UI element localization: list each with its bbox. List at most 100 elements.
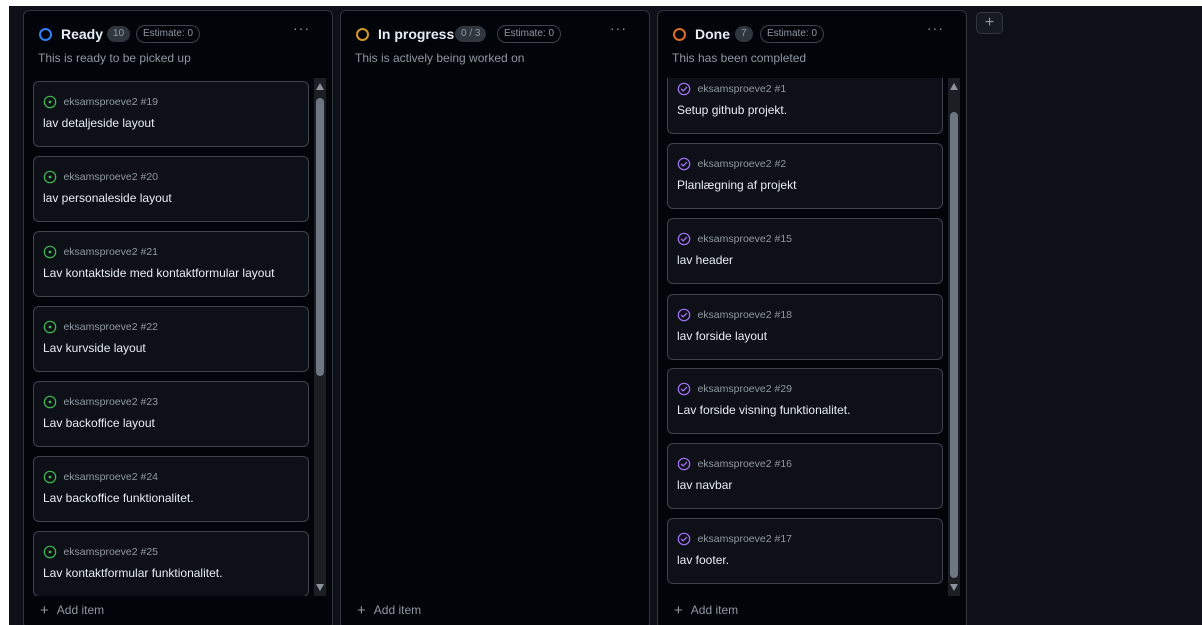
card-repo-ref[interactable]: eksamsproeve2 #23: [63, 396, 158, 408]
issue-opened-icon: [43, 470, 57, 484]
card-title[interactable]: Lav backoffice layout: [43, 416, 155, 430]
card-title[interactable]: Lav forside visning funktionalitet.: [677, 403, 850, 417]
card-title[interactable]: lav header: [677, 253, 733, 267]
column-scrollbar[interactable]: [948, 78, 960, 596]
scroll-thumb[interactable]: [316, 98, 324, 376]
issue-card[interactable]: eksamsproeve2 #16 lav navbar: [667, 443, 943, 509]
issue-card[interactable]: eksamsproeve2 #21 Lav kontaktside med ko…: [33, 231, 309, 297]
card-meta: eksamsproeve2 #24: [43, 468, 158, 484]
card-repo-ref[interactable]: eksamsproeve2 #24: [63, 471, 158, 483]
add-item-button[interactable]: + Add item: [40, 600, 104, 620]
add-item-label: Add item: [56, 603, 105, 617]
issue-closed-icon: [677, 532, 691, 546]
card-title[interactable]: lav footer.: [677, 553, 729, 567]
column-header: Done 7 Estimate: 0 ··· This has been com…: [658, 11, 966, 75]
card-title[interactable]: Planlægning af projekt: [677, 178, 796, 192]
card-meta: eksamsproeve2 #17: [677, 530, 792, 546]
plus-icon: +: [357, 602, 366, 619]
issue-card[interactable]: eksamsproeve2 #22 Lav kurvside layout: [33, 306, 309, 372]
column-description: This is ready to be picked up: [38, 51, 191, 65]
issue-opened-icon: [43, 170, 57, 184]
card-meta: eksamsproeve2 #21: [43, 243, 158, 259]
column-menu-icon[interactable]: ···: [293, 21, 310, 35]
estimate-badge: Estimate: 0: [136, 25, 201, 43]
estimate-badge: Estimate: 0: [760, 25, 825, 43]
card-repo-ref[interactable]: eksamsproeve2 #17: [697, 533, 792, 545]
column-header: Ready 10 Estimate: 0 ··· This is ready t…: [24, 11, 332, 75]
plus-icon: +: [674, 602, 683, 619]
card-repo-ref[interactable]: eksamsproeve2 #22: [63, 321, 158, 333]
card-repo-ref[interactable]: eksamsproeve2 #20: [63, 171, 158, 183]
item-count-badge: 0 / 3: [455, 26, 487, 42]
card-meta: eksamsproeve2 #22: [43, 318, 158, 334]
issue-card[interactable]: eksamsproeve2 #18 lav forside layout: [667, 294, 943, 360]
status-circle-icon: [356, 28, 369, 41]
project-board: Ready 10 Estimate: 0 ··· This is ready t…: [9, 6, 1202, 625]
card-repo-ref[interactable]: eksamsproeve2 #18: [697, 309, 792, 321]
issue-card[interactable]: eksamsproeve2 #1 Setup github projekt.: [667, 78, 943, 134]
issue-closed-icon: [677, 382, 691, 396]
scroll-up-arrow-icon[interactable]: [950, 83, 958, 90]
card-title[interactable]: lav personaleside layout: [43, 191, 172, 205]
column-scrollbar[interactable]: [314, 78, 326, 596]
card-repo-ref[interactable]: eksamsproeve2 #16: [697, 458, 792, 470]
card-title[interactable]: Lav kontaktformular funktionalitet.: [43, 566, 222, 580]
card-meta: eksamsproeve2 #25: [43, 543, 158, 559]
status-circle-icon: [39, 28, 52, 41]
column-in-progress: In progress 0 / 3 Estimate: 0 ··· This i…: [340, 10, 650, 625]
column-menu-icon[interactable]: ···: [927, 21, 944, 35]
card-title[interactable]: lav forside layout: [677, 329, 767, 343]
issue-opened-icon: [43, 320, 57, 334]
column-menu-icon[interactable]: ···: [610, 21, 627, 35]
column-description: This has been completed: [672, 51, 807, 65]
card-repo-ref[interactable]: eksamsproeve2 #1: [697, 83, 786, 95]
add-item-label: Add item: [373, 603, 422, 617]
card-repo-ref[interactable]: eksamsproeve2 #15: [697, 233, 792, 245]
issue-card[interactable]: eksamsproeve2 #17 lav footer.: [667, 518, 943, 584]
card-title[interactable]: lav navbar: [677, 478, 732, 492]
card-meta: eksamsproeve2 #19: [43, 93, 158, 109]
column-done: Done 7 Estimate: 0 ··· This has been com…: [657, 10, 967, 625]
issue-opened-icon: [43, 545, 57, 559]
issue-opened-icon: [43, 395, 57, 409]
card-repo-ref[interactable]: eksamsproeve2 #21: [63, 246, 158, 258]
item-count-badge: 7: [735, 26, 753, 42]
issue-card[interactable]: eksamsproeve2 #19 lav detaljeside layout: [33, 81, 309, 147]
issue-card[interactable]: eksamsproeve2 #15 lav header: [667, 218, 943, 284]
add-column-button[interactable]: +: [976, 12, 1003, 34]
card-repo-ref[interactable]: eksamsproeve2 #25: [63, 546, 158, 558]
issue-card[interactable]: eksamsproeve2 #24 Lav backoffice funktio…: [33, 456, 309, 522]
issue-closed-icon: [677, 82, 691, 96]
add-item-button[interactable]: + Add item: [357, 600, 421, 620]
issue-card[interactable]: eksamsproeve2 #23 Lav backoffice layout: [33, 381, 309, 447]
card-repo-ref[interactable]: eksamsproeve2 #29: [697, 383, 792, 395]
card-meta: eksamsproeve2 #20: [43, 168, 158, 184]
card-title[interactable]: Setup github projekt.: [677, 103, 787, 117]
card-title[interactable]: Lav backoffice funktionalitet.: [43, 491, 194, 505]
card-title[interactable]: lav detaljeside layout: [43, 116, 154, 130]
issue-card[interactable]: eksamsproeve2 #25 Lav kontaktformular fu…: [33, 531, 309, 596]
scroll-thumb[interactable]: [950, 112, 958, 578]
issue-closed-icon: [677, 232, 691, 246]
card-list: eksamsproeve2 #19 lav detaljeside layout…: [24, 78, 332, 596]
issue-closed-icon: [677, 457, 691, 471]
card-title[interactable]: Lav kontaktside med kontaktformular layo…: [43, 266, 274, 280]
card-meta: eksamsproeve2 #23: [43, 393, 158, 409]
scroll-down-arrow-icon[interactable]: [316, 584, 324, 591]
item-count-badge: 10: [107, 26, 131, 42]
card-meta: eksamsproeve2 #18: [677, 306, 792, 322]
card-repo-ref[interactable]: eksamsproeve2 #2: [697, 158, 786, 170]
issue-card[interactable]: eksamsproeve2 #2 Planlægning af projekt: [667, 143, 943, 209]
issue-closed-icon: [677, 308, 691, 322]
column-description: This is actively being worked on: [355, 51, 525, 65]
card-meta: eksamsproeve2 #29: [677, 380, 792, 396]
scroll-up-arrow-icon[interactable]: [316, 83, 324, 90]
scroll-down-arrow-icon[interactable]: [950, 584, 958, 591]
add-item-button[interactable]: + Add item: [674, 600, 738, 620]
card-repo-ref[interactable]: eksamsproeve2 #19: [63, 96, 158, 108]
status-circle-icon: [673, 28, 686, 41]
estimate-badge: Estimate: 0: [497, 25, 562, 43]
issue-card[interactable]: eksamsproeve2 #29 Lav forside visning fu…: [667, 368, 943, 434]
card-title[interactable]: Lav kurvside layout: [43, 341, 146, 355]
issue-card[interactable]: eksamsproeve2 #20 lav personaleside layo…: [33, 156, 309, 222]
